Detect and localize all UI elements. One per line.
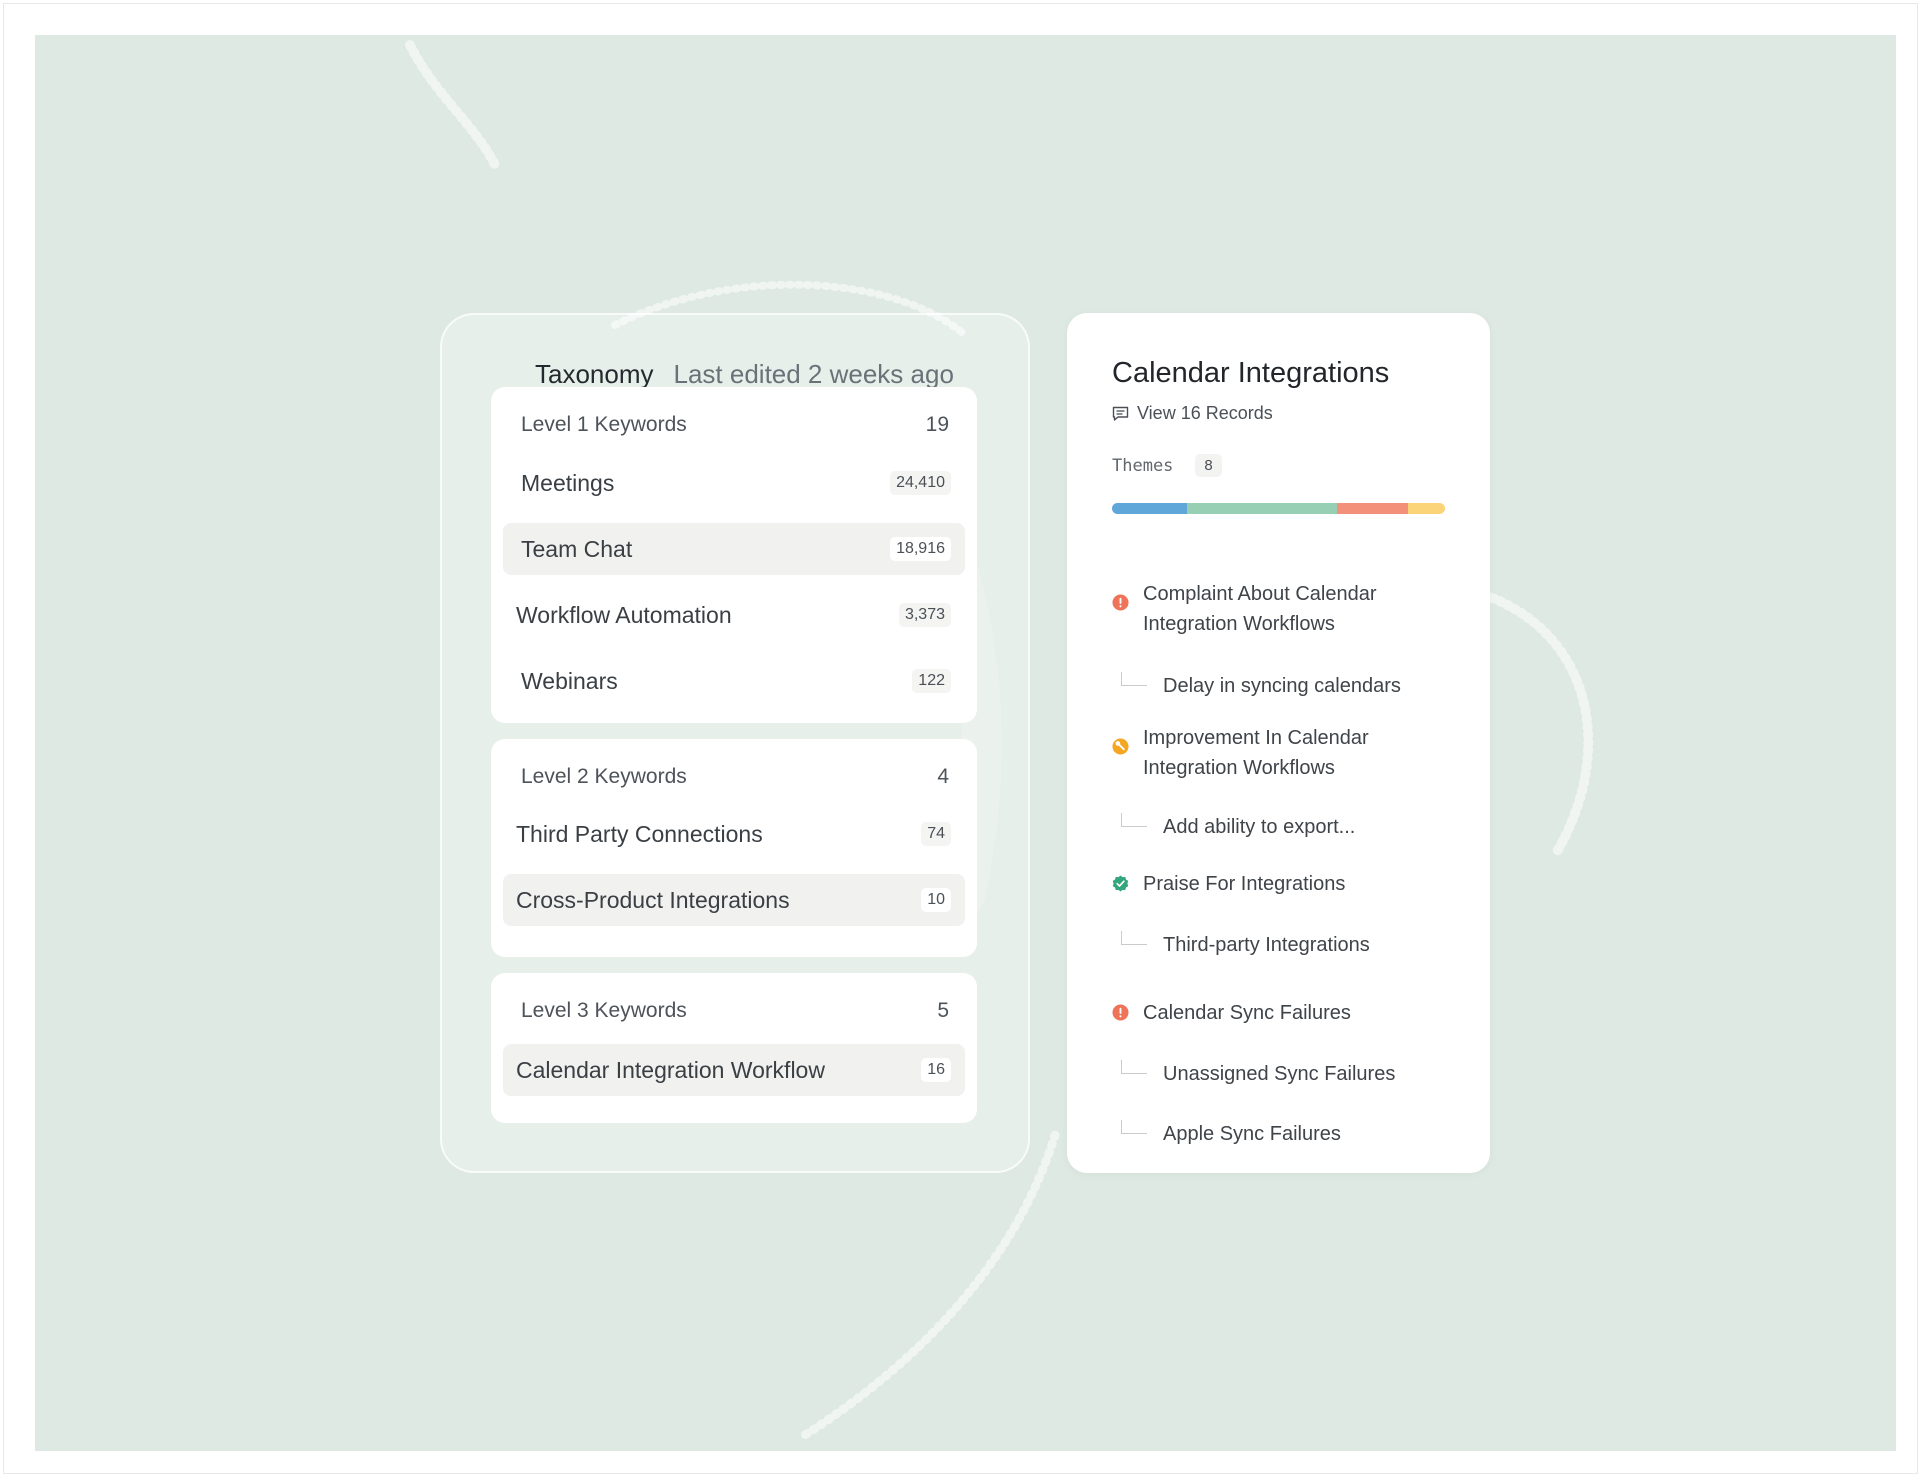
theme-distribution-segment	[1408, 503, 1445, 514]
tree-connector	[1121, 672, 1147, 686]
tree-connector	[1121, 813, 1147, 827]
keyword-count-badge: 10	[921, 888, 951, 912]
view-records-label: View 16 Records	[1137, 403, 1273, 423]
taxonomy-panel: Taxonomy Last edited 2 weeks ago Level 1…	[440, 313, 1030, 1173]
theme-calendar-sync-failures[interactable]: Calendar Sync Failures	[1112, 998, 1442, 1028]
alert-circle-icon	[1112, 1004, 1129, 1021]
subtheme-label: Unassigned Sync Failures	[1163, 1062, 1396, 1085]
theme-complaint-calendar-integration[interactable]: Complaint About Calendar Integration Wor…	[1112, 579, 1442, 639]
keyword-label: Team Chat	[521, 535, 633, 562]
alert-circle-icon	[1112, 594, 1129, 611]
keyword-label: Cross-Product Integrations	[516, 886, 790, 913]
subtheme-third-party-integrations[interactable]: Third-party Integrations	[1121, 930, 1441, 960]
group-count: 19	[925, 413, 949, 436]
themes-summary: Themes 8	[1112, 454, 1222, 477]
group-count: 5	[937, 999, 949, 1022]
theme-distribution-segment	[1336, 503, 1409, 514]
theme-praise-integrations[interactable]: Praise For Integrations	[1112, 869, 1442, 899]
group-label: Level 3 Keywords	[521, 999, 687, 1022]
wrench-circle-icon	[1112, 738, 1129, 755]
subtheme-label: Add ability to export...	[1163, 815, 1356, 838]
theme-label: Improvement In Calendar Integration Work…	[1143, 727, 1369, 779]
keyword-count-badge: 24,410	[890, 471, 951, 495]
keyword-count-badge: 74	[921, 822, 951, 846]
check-badge-icon	[1112, 875, 1129, 892]
level-2-keywords-group: Level 2 Keywords 4 Third Party Connectio…	[491, 739, 977, 957]
background-canvas: Taxonomy Last edited 2 weeks ago Level 1…	[35, 35, 1896, 1451]
theme-label: Complaint About Calendar Integration Wor…	[1143, 583, 1377, 635]
subtheme-add-ability-export[interactable]: Add ability to export...	[1121, 812, 1441, 842]
keyword-row-third-party-connections[interactable]: Third Party Connections 74	[503, 808, 965, 860]
group-header: Level 3 Keywords 5	[521, 999, 949, 1023]
keyword-label: Meetings	[521, 469, 615, 496]
tree-connector	[1121, 1060, 1147, 1074]
subtheme-label: Apple Sync Failures	[1163, 1122, 1341, 1145]
theme-label: Calendar Sync Failures	[1143, 1002, 1351, 1024]
comment-icon	[1112, 406, 1129, 421]
themes-label: Themes	[1112, 455, 1174, 476]
theme-distribution-segment	[1186, 503, 1337, 514]
subtheme-delay-syncing[interactable]: Delay in syncing calendars	[1121, 671, 1441, 701]
keyword-row-team-chat[interactable]: Team Chat 18,916	[503, 523, 965, 575]
card-title: Calendar Integrations	[1112, 357, 1390, 389]
last-edited-text: Last edited 2 weeks ago	[673, 359, 954, 389]
subtheme-apple-sync-failures[interactable]: Apple Sync Failures	[1121, 1119, 1441, 1149]
subtheme-unassigned-sync-failures[interactable]: Unassigned Sync Failures	[1121, 1059, 1441, 1089]
keyword-count-badge: 18,916	[890, 537, 951, 561]
taxonomy-header: Taxonomy Last edited 2 weeks ago	[535, 359, 954, 390]
group-label: Level 1 Keywords	[521, 413, 687, 436]
theme-distribution-bar	[1112, 503, 1445, 514]
keyword-label: Calendar Integration Workflow	[516, 1056, 825, 1083]
keyword-row-meetings[interactable]: Meetings 24,410	[503, 457, 965, 509]
group-label: Level 2 Keywords	[521, 765, 687, 788]
screenshot-frame: Taxonomy Last edited 2 weeks ago Level 1…	[3, 3, 1918, 1474]
keyword-row-calendar-integration-workflow[interactable]: Calendar Integration Workflow 16	[503, 1044, 965, 1096]
group-count: 4	[937, 765, 949, 788]
group-header: Level 2 Keywords 4	[521, 765, 949, 789]
level-3-keywords-group: Level 3 Keywords 5 Calendar Integration …	[491, 973, 977, 1123]
theme-distribution-segment	[1112, 503, 1187, 514]
keyword-row-workflow-automation[interactable]: Workflow Automation 3,373	[503, 589, 965, 641]
view-records-link[interactable]: View 16 Records	[1112, 403, 1273, 424]
tree-connector	[1121, 1120, 1147, 1134]
theme-label: Praise For Integrations	[1143, 873, 1346, 895]
tree-connector	[1121, 931, 1147, 945]
keyword-label: Webinars	[521, 667, 618, 694]
theme-improvement-calendar-integration[interactable]: Improvement In Calendar Integration Work…	[1112, 723, 1442, 783]
keyword-count-badge: 16	[921, 1058, 951, 1082]
keyword-row-webinars[interactable]: Webinars 122	[503, 655, 965, 707]
keyword-label: Workflow Automation	[516, 601, 732, 628]
keyword-label: Third Party Connections	[516, 820, 763, 847]
keyword-count-badge: 3,373	[898, 603, 951, 627]
themes-count-badge: 8	[1195, 454, 1222, 477]
taxonomy-title: Taxonomy	[535, 359, 654, 389]
level-1-keywords-group: Level 1 Keywords 19 Meetings 24,410 Team…	[491, 387, 977, 723]
subtheme-label: Third-party Integrations	[1163, 933, 1370, 956]
keyword-count-badge: 122	[912, 669, 951, 693]
group-header: Level 1 Keywords 19	[521, 413, 949, 437]
keyword-row-cross-product-integrations[interactable]: Cross-Product Integrations 10	[503, 874, 965, 926]
calendar-integrations-card: Calendar Integrations View 16 Records Th…	[1067, 313, 1490, 1173]
subtheme-label: Delay in syncing calendars	[1163, 674, 1401, 697]
